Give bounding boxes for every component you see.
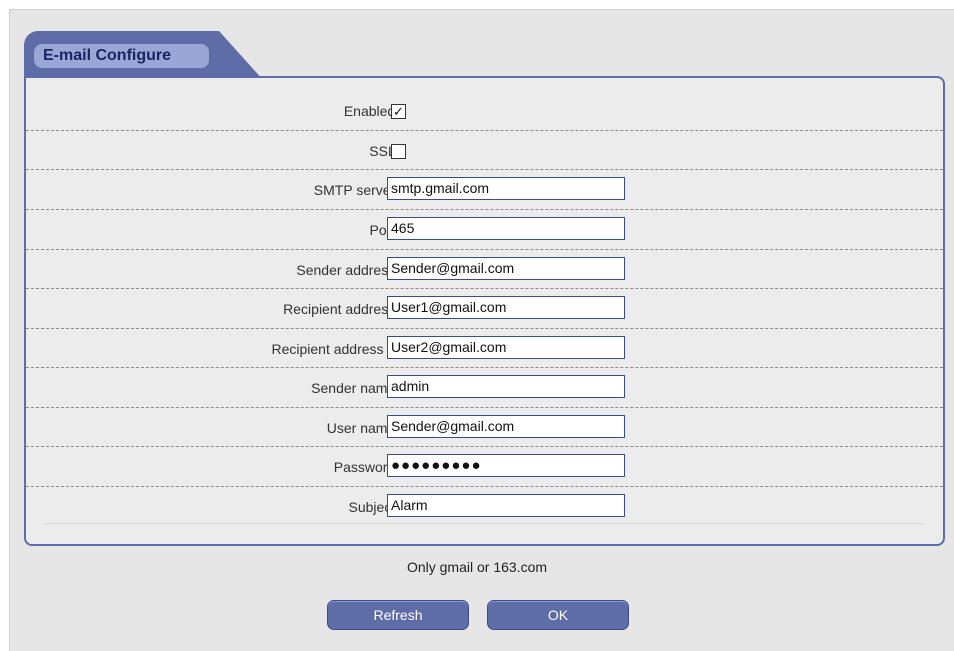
row-divider: [26, 367, 943, 368]
row-divider: [26, 486, 943, 487]
row-sender-address: Sender address : Sender@gmail.com: [26, 249, 943, 290]
row-port: Port : 465: [26, 209, 943, 250]
row-ssl: SSL :: [26, 130, 943, 171]
smtp-server-input[interactable]: smtp.gmail.com: [387, 177, 625, 200]
row-recipient-address-2: Recipient address 2 : User2@gmail.com: [26, 328, 943, 369]
recipient-address-label: Recipient address :: [283, 301, 403, 317]
row-recipient-address: Recipient address : User1@gmail.com: [26, 288, 943, 329]
row-enabled: Enabled : ✓: [26, 91, 943, 131]
row-divider: [26, 407, 943, 408]
recipient-address-2-input[interactable]: User2@gmail.com: [387, 336, 625, 359]
panel-bottom-divider: [45, 523, 923, 524]
sender-name-input[interactable]: admin: [387, 375, 625, 398]
recipient-address-2-label: Recipient address 2 :: [271, 341, 403, 357]
row-divider: [26, 209, 943, 210]
tab-email-configure[interactable]: E-mail Configure: [34, 44, 209, 68]
row-divider: [26, 446, 943, 447]
row-divider: [26, 288, 943, 289]
port-input[interactable]: 465: [387, 217, 625, 240]
row-subject: Subject : Alarm: [26, 486, 943, 527]
recipient-address-input[interactable]: User1@gmail.com: [387, 296, 625, 319]
row-divider: [26, 328, 943, 329]
enabled-checkbox[interactable]: ✓: [391, 104, 406, 119]
subject-input[interactable]: Alarm: [387, 494, 625, 517]
refresh-button[interactable]: Refresh: [327, 600, 469, 630]
provider-note: Only gmail or 163.com: [406, 559, 548, 575]
row-divider: [26, 249, 943, 250]
row-smtp-server: SMTP server : smtp.gmail.com: [26, 169, 943, 210]
ssl-checkbox[interactable]: [391, 144, 406, 159]
sender-address-input[interactable]: Sender@gmail.com: [387, 257, 625, 280]
row-user-name: User name : Sender@gmail.com: [26, 407, 943, 448]
password-input[interactable]: ●●●●●●●●●: [387, 454, 625, 477]
row-sender-name: Sender name : admin: [26, 367, 943, 408]
row-password: Password : ●●●●●●●●●: [26, 446, 943, 487]
user-name-input[interactable]: Sender@gmail.com: [387, 415, 625, 438]
row-divider: [26, 169, 943, 170]
ok-button[interactable]: OK: [487, 600, 629, 630]
row-divider: [26, 130, 943, 131]
